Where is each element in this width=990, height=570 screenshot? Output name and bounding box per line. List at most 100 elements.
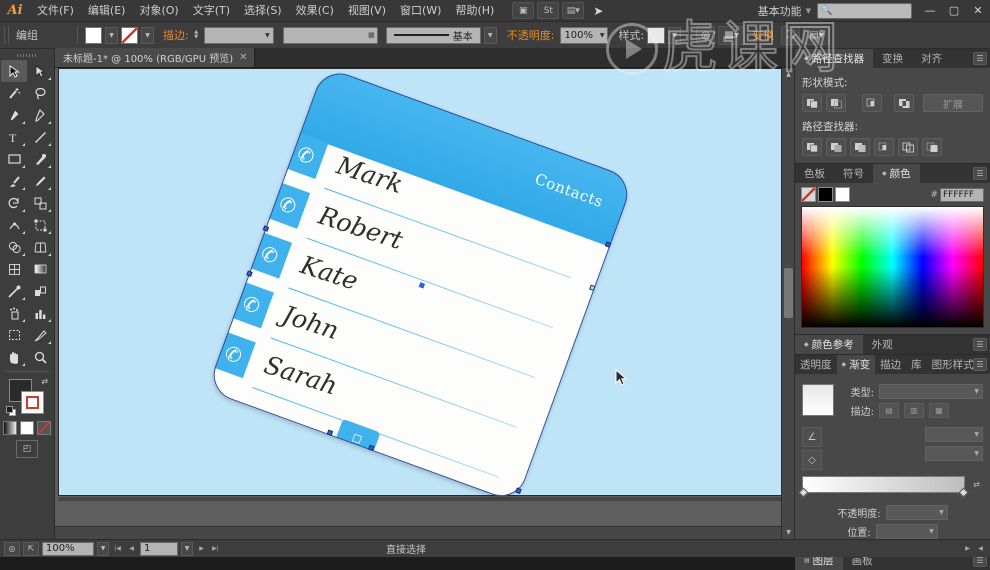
gradient-stop[interactable] (958, 487, 969, 498)
tab-graphic-styles[interactable]: 图形样式 (926, 355, 979, 374)
gradient-opacity-input[interactable]: ▼ (885, 505, 948, 520)
trim-icon[interactable] (826, 138, 846, 156)
stroke-within-icon[interactable]: ▤ (879, 403, 899, 418)
opacity-mask-icon[interactable]: ▩▾ (718, 25, 746, 45)
tab-swatches[interactable]: 色板 (795, 164, 834, 183)
gradient-tool[interactable] (27, 258, 53, 280)
outline-icon[interactable] (898, 138, 918, 156)
vertical-scrollbar[interactable]: ▲ ▼ (781, 68, 794, 539)
curvature-tool[interactable] (27, 104, 53, 126)
column-graph-tool[interactable] (27, 302, 53, 324)
last-artboard-icon[interactable]: ▶| (210, 542, 221, 556)
menu-edit[interactable]: 编辑(E) (81, 0, 133, 22)
pen-tool[interactable] (1, 104, 27, 126)
fill-dropdown-icon[interactable]: ▼ (105, 26, 118, 44)
align-icon[interactable]: ⛶ (781, 25, 801, 45)
tab-appearance[interactable]: 外观 (862, 335, 902, 354)
status-menu-icon[interactable]: ◀ (975, 542, 986, 556)
gradient-aspect-icon[interactable]: ◇ (802, 450, 822, 470)
first-artboard-icon[interactable]: |◀ (112, 542, 123, 556)
isolate-group-icon[interactable]: ◎ (696, 25, 716, 45)
document-setup-icon[interactable]: ▤▾ (803, 25, 831, 45)
default-fill-stroke-icon[interactable] (6, 406, 17, 417)
swap-fill-stroke-icon[interactable]: ⇄ (41, 377, 48, 386)
panel-menu-icon[interactable]: ☰ (973, 52, 987, 65)
canvas[interactable]: Contacts ✆ Mark ✆ Robert ✆ Kate ✆ John ✆… (55, 68, 794, 539)
color-mode-icon[interactable] (20, 421, 34, 435)
artboard[interactable]: Contacts ✆ Mark ✆ Robert ✆ Kate ✆ John ✆… (58, 68, 788, 504)
panel-menu-icon[interactable]: ☰ (973, 167, 987, 180)
menu-effect[interactable]: 效果(C) (289, 0, 341, 22)
gradient-angle-icon[interactable]: ∠ (802, 427, 822, 447)
menu-window[interactable]: 窗口(W) (393, 0, 448, 22)
tab-symbols[interactable]: 符号 (834, 164, 873, 183)
mesh-tool[interactable] (1, 258, 27, 280)
brush-definition-field[interactable]: 基本 (385, 26, 481, 44)
gradient-slider[interactable]: ⇄ (798, 476, 983, 498)
slice-tool[interactable] (27, 324, 53, 346)
perspective-grid-tool[interactable] (27, 236, 53, 258)
anchor-point[interactable] (515, 487, 522, 494)
lasso-tool[interactable] (27, 82, 53, 104)
tab-color-guide[interactable]: ◆ 颜色参考 (795, 335, 863, 354)
search-input[interactable]: 🔍 (817, 2, 912, 19)
hex-input-group[interactable]: # FFFFFF (930, 187, 984, 202)
minus-back-icon[interactable] (922, 138, 942, 156)
tab-pathfinder[interactable]: ◆ 路径查找器 (795, 49, 874, 68)
none-mode-icon[interactable] (37, 421, 51, 435)
zoom-tool[interactable] (27, 346, 53, 368)
artboard-dropdown-icon[interactable]: ▼ (181, 541, 193, 556)
menu-view[interactable]: 视图(V) (341, 0, 393, 22)
bridge-icon[interactable]: ▣ (512, 2, 535, 19)
status-expand-icon[interactable]: ▶ (962, 542, 973, 556)
none-swatch[interactable] (801, 187, 816, 202)
stroke-swatch[interactable] (121, 26, 138, 44)
vertical-scroll-thumb[interactable] (784, 268, 793, 318)
gradient-stop[interactable] (798, 487, 809, 498)
line-segment-tool[interactable] (27, 126, 53, 148)
brush-dropdown-icon[interactable]: ▼ (483, 26, 497, 44)
variable-width-profile-field[interactable]: ▦ (282, 26, 378, 44)
gradient-type-select[interactable]: ▼ (879, 384, 983, 399)
gradient-position-input[interactable]: ▼ (875, 524, 938, 539)
arrange-documents-icon[interactable]: ▤▾ (562, 2, 585, 19)
st-icon[interactable]: St (537, 2, 560, 19)
menu-select[interactable]: 选择(S) (237, 0, 289, 22)
artboard-number-field[interactable]: 1 (140, 541, 178, 556)
menu-file[interactable]: 文件(F) (30, 0, 81, 22)
document-tab[interactable]: 未标题-1* @ 100% (RGB/GPU 预览) ✕ (55, 48, 255, 67)
free-transform-tool[interactable] (27, 214, 53, 236)
minus-front-icon[interactable] (826, 94, 846, 112)
share-on-behance-icon[interactable]: ➤ (587, 2, 609, 19)
fill-swatch[interactable] (85, 26, 102, 44)
opacity-field[interactable]: 100% ▼ (560, 26, 609, 44)
direct-selection-tool[interactable] (27, 60, 53, 82)
magic-wand-tool[interactable] (1, 82, 27, 104)
close-icon[interactable]: ✕ (239, 52, 247, 63)
artboard-tool[interactable] (1, 324, 27, 346)
stroke-dropdown-icon[interactable]: ▼ (141, 26, 154, 44)
panel-menu-icon[interactable]: ☰ (973, 358, 987, 371)
scale-tool[interactable] (27, 192, 53, 214)
zoom-level-field[interactable]: 100% (42, 541, 94, 556)
black-swatch[interactable] (818, 187, 833, 202)
prev-artboard-icon[interactable]: ◀ (126, 542, 137, 556)
stroke-across-icon[interactable]: ▦ (929, 403, 949, 418)
maximize-button[interactable]: ▢ (942, 0, 966, 22)
type-tool[interactable]: T (1, 126, 27, 148)
stroke-weight-stepper[interactable]: ▲ ▼ (192, 27, 201, 44)
rectangle-tool[interactable] (1, 148, 27, 170)
gradient-ratio-input[interactable]: ▼ (925, 446, 983, 461)
width-tool[interactable] (1, 214, 27, 236)
graphic-style-swatch[interactable] (647, 26, 666, 44)
exclude-icon[interactable] (894, 94, 914, 112)
transform-label[interactable]: 变换 (752, 27, 774, 43)
gradient-ramp[interactable] (798, 476, 969, 498)
symbol-sprayer-tool[interactable] (1, 302, 27, 324)
menu-type[interactable]: 文字(T) (186, 0, 237, 22)
zoom-dropdown-icon[interactable]: ▼ (97, 541, 109, 556)
horizontal-scrollbar[interactable] (55, 526, 781, 539)
rotate-tool[interactable] (1, 192, 27, 214)
gradient-mode-icon[interactable] (3, 421, 17, 435)
paintbrush-blob-tool[interactable] (27, 148, 53, 170)
